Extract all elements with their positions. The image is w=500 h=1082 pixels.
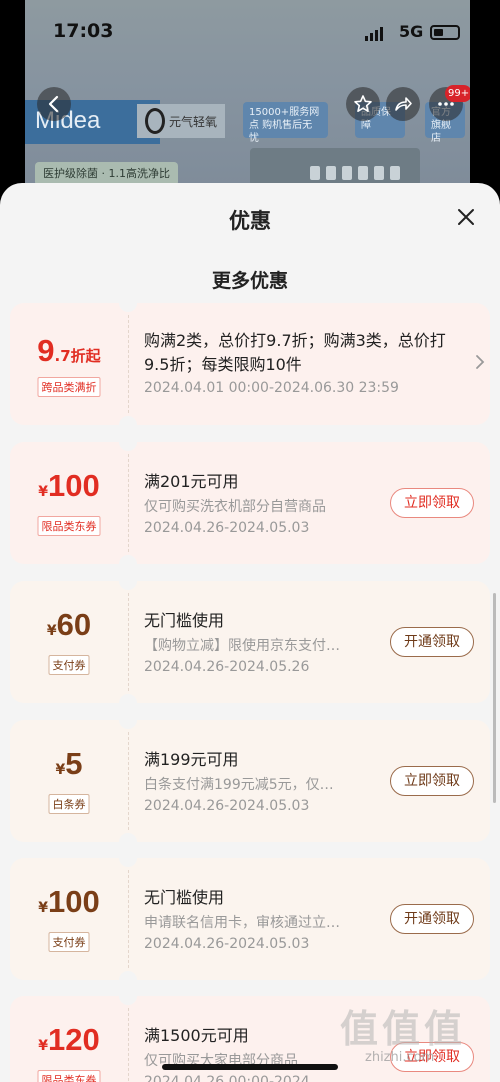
coupon-description: 购满2类，总价打9.7折；购满3类，总价打9.5折；每类限购10件 xyxy=(144,331,446,374)
brand-chip: 元气轻氧 xyxy=(137,104,226,138)
product-thumbnails xyxy=(250,148,420,186)
brand-logo-icon xyxy=(145,108,165,134)
coupon-type-tag: 限品类东券 xyxy=(37,1070,101,1082)
coupon-date: 2024.04.01 00:00-2024.06.30 23:59 xyxy=(144,380,399,396)
coupon-date: 2024.04.26 00:00-2024 xyxy=(144,1074,310,1082)
coupon-condition: 无门槛使用 xyxy=(144,611,225,630)
brand-chip-label: 元气轻氧 xyxy=(169,114,218,129)
share-icon xyxy=(395,97,412,111)
coupon-value: ¥100 支付券 xyxy=(10,858,128,980)
signal-icon xyxy=(365,27,383,41)
coupon-value: ¥120 限品类东券 xyxy=(10,996,128,1082)
coupon-date: 2024.04.26-2024.05.26 xyxy=(144,659,310,675)
coupon-type-tag: 限品类东券 xyxy=(37,516,101,536)
coupon-date: 2024.04.26-2024.05.03 xyxy=(144,798,310,814)
currency-symbol: ¥ xyxy=(46,623,57,639)
watermark: 值值值 xyxy=(340,1007,467,1051)
coupon-condition: 满1500元可用 xyxy=(144,1026,249,1045)
home-indicator[interactable] xyxy=(162,1064,338,1070)
coupon-condition: 无门槛使用 xyxy=(144,888,225,907)
coupon-condition: 满201元可用 xyxy=(144,472,239,491)
screen-bezel xyxy=(0,0,25,200)
screen-bezel xyxy=(470,0,500,200)
coupon-value: ¥60 支付券 xyxy=(10,581,128,703)
coupon-date: 2024.04.26-2024.05.03 xyxy=(144,520,310,536)
coupon-type-tag: 跨品类满折 xyxy=(37,377,101,397)
watermark-domain: zhizhi.com xyxy=(365,1050,435,1065)
card-divider xyxy=(128,593,129,691)
share-button[interactable] xyxy=(386,87,420,121)
status-bar: 17:03 5G xyxy=(25,0,470,52)
card-divider xyxy=(128,315,129,413)
status-time: 17:03 xyxy=(53,20,114,42)
currency-symbol: ¥ xyxy=(38,900,48,916)
currency-symbol: ¥ xyxy=(38,484,48,500)
coupon-date: 2024.04.26-2024.05.03 xyxy=(144,936,310,952)
card-divider xyxy=(128,870,129,968)
product-page-background: 17:03 5G Midea 元气轻氧 15000+服务网点 购机售后无忧 品质… xyxy=(25,0,470,200)
coupon-value: ¥100 限品类东券 xyxy=(10,442,128,564)
chevron-right-icon[interactable] xyxy=(474,353,486,371)
card-divider xyxy=(128,454,129,552)
favorite-button[interactable] xyxy=(346,87,380,121)
coupon-card: ¥100 支付券 无门槛使用 申请联名信用卡，审核通过立… 2024.04.26… xyxy=(10,849,490,989)
coupon-condition: 满199元可用 xyxy=(144,750,239,769)
coupon-amount: 120 xyxy=(48,1022,100,1057)
coupon-amount: 9 xyxy=(37,333,55,368)
back-button[interactable] xyxy=(37,87,71,121)
currency-symbol: ¥ xyxy=(55,762,66,778)
promo-chip: 15000+服务网点 购机售后无忧 xyxy=(243,102,328,144)
coupon-amount: 100 xyxy=(48,468,100,503)
coupon-amount-suffix: .7折起 xyxy=(54,347,101,365)
activate-claim-button[interactable]: 开通领取 xyxy=(390,904,474,934)
coupon-scope: 仅可购买洗衣机部分自营商品 xyxy=(144,499,326,515)
coupon-card: ¥60 支付券 无门槛使用 【购物立减】限使用京东支付… 2024.04.26-… xyxy=(10,572,490,712)
notification-badge: 99+ xyxy=(445,85,470,102)
activate-claim-button[interactable]: 开通领取 xyxy=(390,627,474,657)
coupon-amount: 60 xyxy=(56,607,92,642)
coupon-card: ¥100 限品类东券 满201元可用 仅可购买洗衣机部分自营商品 2024.04… xyxy=(10,433,490,573)
scrollbar[interactable] xyxy=(493,593,496,803)
card-divider xyxy=(128,732,129,830)
star-icon xyxy=(354,95,372,112)
coupon-value: 9.7折起 跨品类满折 xyxy=(10,303,128,425)
network-label: 5G xyxy=(399,22,424,41)
coupon-amount: 100 xyxy=(48,884,100,919)
coupon-scope: 白条支付满199元减5元，仅… xyxy=(144,777,334,793)
claim-button[interactable]: 立即领取 xyxy=(390,766,474,796)
coupon-card: ¥5 白条券 满199元可用 白条支付满199元减5元，仅… 2024.04.2… xyxy=(10,711,490,851)
coupon-type-tag: 支付券 xyxy=(48,655,90,675)
currency-symbol: ¥ xyxy=(38,1038,48,1054)
coupon-type-tag: 支付券 xyxy=(48,932,90,952)
coupon-value: ¥5 白条券 xyxy=(10,720,128,842)
coupon-sheet: 优惠 更多优惠 9.7折起 跨品类满折 购满2类，总价打9.7折；购满3类，总价… xyxy=(0,183,500,1082)
card-divider xyxy=(128,1008,129,1082)
coupon-type-tag: 白条券 xyxy=(48,794,90,814)
coupon-amount: 5 xyxy=(65,746,83,781)
close-icon[interactable] xyxy=(452,203,480,231)
battery-icon xyxy=(430,25,460,40)
claim-button[interactable]: 立即领取 xyxy=(390,488,474,518)
chevron-left-icon xyxy=(48,95,59,113)
sheet-title: 优惠 xyxy=(229,209,271,233)
coupon-scope: 申请联名信用卡，审核通过立… xyxy=(144,915,340,931)
coupon-scope: 【购物立减】限使用京东支付… xyxy=(144,638,340,654)
section-title: 更多优惠 xyxy=(211,270,288,292)
coupon-card[interactable]: 9.7折起 跨品类满折 购满2类，总价打9.7折；购满3类，总价打9.5折；每类… xyxy=(10,294,490,434)
